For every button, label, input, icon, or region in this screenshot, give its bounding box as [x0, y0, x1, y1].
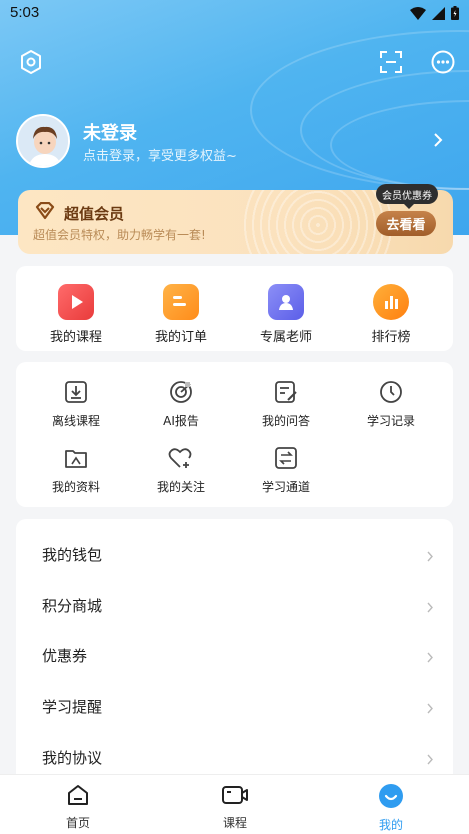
diamond-icon: [35, 201, 55, 224]
menu-item-study-reminder[interactable]: 学习提醒: [16, 681, 453, 731]
video-icon: [222, 783, 248, 811]
menu-item-wallet[interactable]: 我的钱包: [16, 529, 453, 579]
quick-item-my-courses[interactable]: 我的课程: [26, 284, 126, 345]
service-my-follows[interactable]: 我的关注: [131, 446, 231, 495]
service-my-materials[interactable]: 我的资料: [26, 446, 126, 495]
chevron-right-icon: [427, 699, 433, 718]
service-ai-report[interactable]: AI报告: [131, 380, 231, 429]
quick-item-ranking[interactable]: 排行榜: [341, 284, 441, 345]
channel-icon: [274, 446, 298, 474]
bottom-tab-bar: 首页 课程 我的: [0, 774, 469, 834]
heart-plus-icon: [168, 446, 194, 474]
profile-header[interactable]: 未登录 点击登录，享受更多权益~: [16, 114, 453, 172]
scan-icon[interactable]: [377, 48, 405, 76]
service-study-record[interactable]: 学习记录: [341, 380, 441, 429]
order-icon: [163, 284, 199, 320]
clock-icon: [379, 380, 403, 408]
signal-icon: [432, 5, 445, 24]
chevron-right-icon: [427, 648, 433, 667]
smile-icon: [378, 783, 404, 813]
service-offline-courses[interactable]: 离线课程: [26, 380, 126, 429]
tab-mine[interactable]: 我的: [351, 783, 431, 833]
vip-title: 超值会员: [64, 205, 125, 223]
wifi-icon: [410, 5, 426, 24]
ai-report-icon: [169, 380, 193, 408]
service-my-qa[interactable]: 我的问答: [236, 380, 336, 429]
login-hint: 点击登录，享受更多权益~: [83, 149, 237, 164]
status-bar: 5:03: [0, 0, 469, 26]
menu-list-card: 我的钱包 积分商城 优惠券 学习提醒 我的协议: [16, 519, 453, 789]
chevron-right-icon: [427, 750, 433, 769]
quick-item-my-orders[interactable]: 我的订单: [131, 284, 231, 345]
menu-item-coupons[interactable]: 优惠券: [16, 630, 453, 680]
more-icon[interactable]: [429, 48, 457, 76]
rank-icon: [373, 284, 409, 320]
avatar[interactable]: [16, 114, 70, 168]
battery-icon: [451, 5, 459, 24]
chevron-right-icon: [433, 132, 443, 152]
vip-coupon-tooltip: 会员优惠券: [376, 184, 438, 209]
chevron-right-icon: [427, 547, 433, 566]
login-status: 未登录: [83, 123, 137, 144]
tab-home[interactable]: 首页: [38, 783, 118, 831]
vip-description: 超值会员特权，助力畅学有一套!: [33, 228, 206, 242]
tab-courses[interactable]: 课程: [195, 783, 275, 831]
quick-actions-card: 我的课程 我的订单 专属老师 排行榜: [16, 266, 453, 351]
folder-icon: [64, 446, 88, 474]
status-time: 5:03: [10, 4, 40, 21]
play-icon: [58, 284, 94, 320]
chevron-right-icon: [427, 598, 433, 617]
menu-item-points-mall[interactable]: 积分商城: [16, 580, 453, 630]
home-icon: [66, 783, 90, 811]
services-card: 离线课程 AI报告 我的问答 学习记录 我的资料 我的关注 学习通道: [16, 362, 453, 507]
download-icon: [64, 380, 88, 408]
quick-item-teacher[interactable]: 专属老师: [236, 284, 336, 345]
service-study-channel[interactable]: 学习通道: [236, 446, 336, 495]
settings-icon[interactable]: [17, 48, 45, 76]
vip-view-button[interactable]: 去看看: [376, 211, 436, 236]
teacher-icon: [268, 284, 304, 320]
qa-icon: [274, 380, 298, 408]
